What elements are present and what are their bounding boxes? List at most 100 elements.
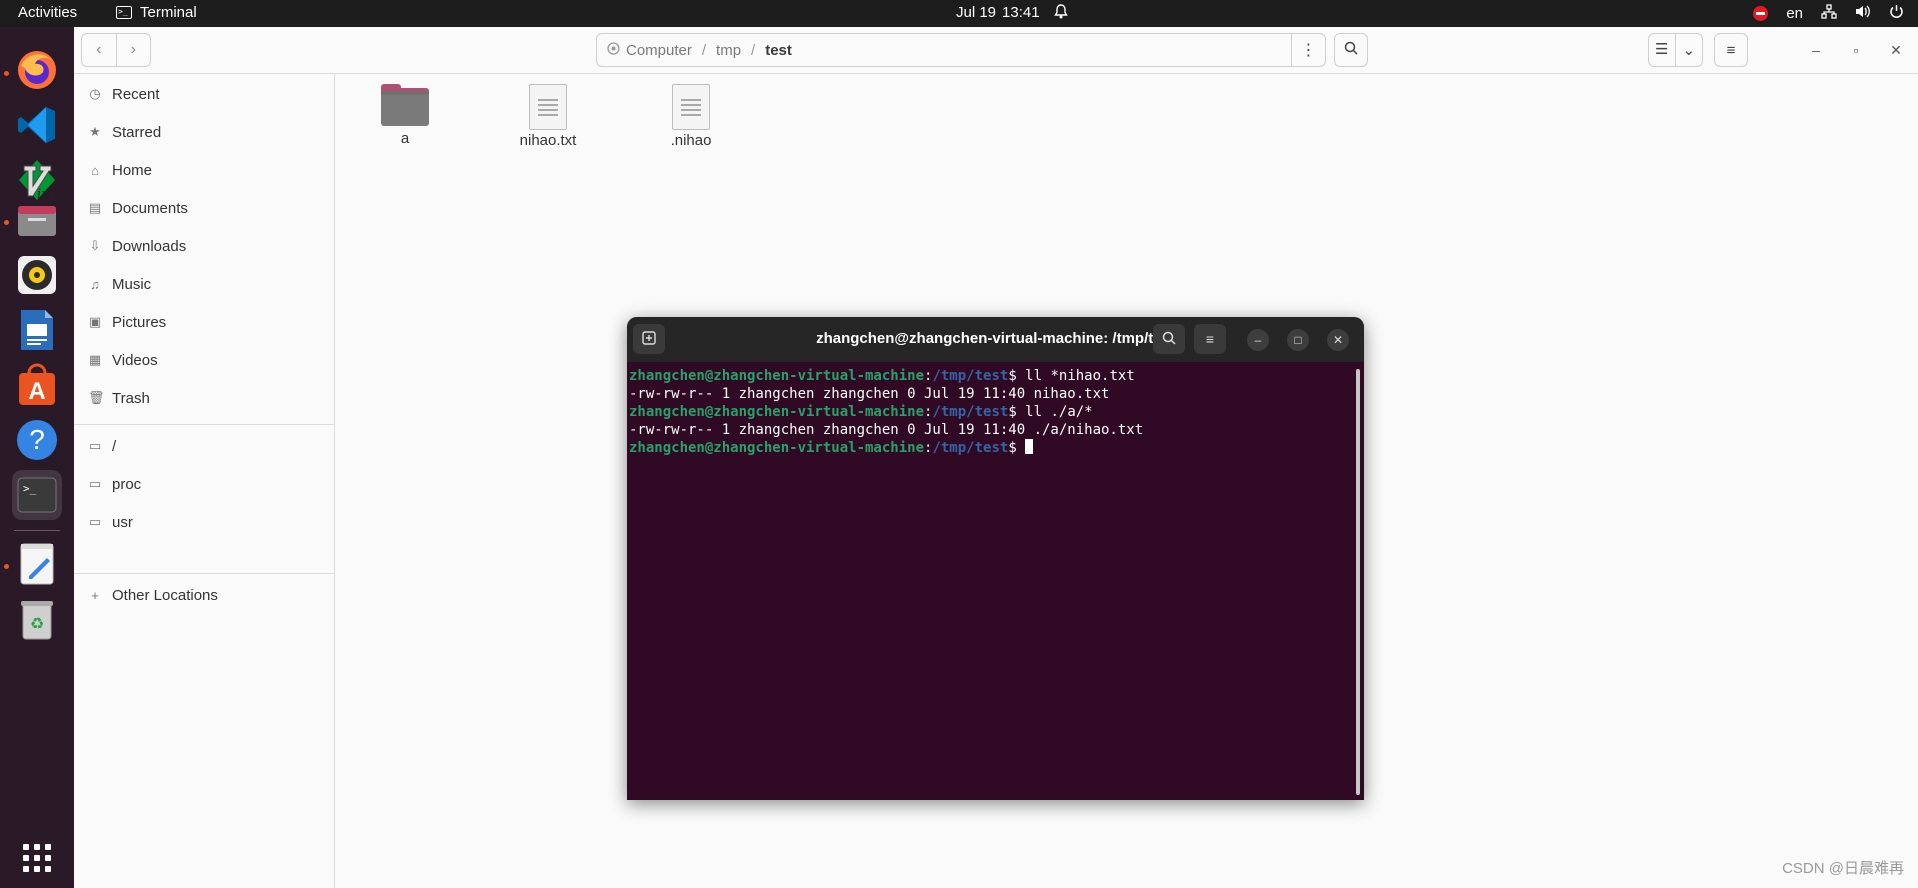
dock-terminal-icon[interactable]: >_ [12,470,62,520]
path-bar[interactable]: Computer / tmp / test ⋮ [596,33,1326,67]
terminal-menu-button[interactable]: ≡ [1194,324,1226,354]
file-item-label: nihao.txt [519,132,577,149]
terminal-line: zhangchen@zhangchen-virtual-machine:/tmp… [629,403,1354,421]
sidebar-item-videos[interactable]: ▦ Videos [88,348,158,372]
power-icon [1889,4,1904,23]
kebab-menu-icon: ⋮ [1300,42,1317,59]
folder-icon [381,84,429,126]
dock-firefox-icon[interactable] [12,45,62,95]
sidebar-item-proc[interactable]: ▭ proc [88,472,141,496]
dock-software-icon[interactable]: A [12,360,62,410]
chevron-right-icon: › [130,41,136,58]
prompt-path: /tmp/test [932,368,1009,384]
file-item-folder-a[interactable]: a [360,84,450,147]
terminal-headerbar: zhangchen@zhangchen-virtual-machine: /tm… [627,317,1364,362]
clock-icon: ◷ [89,86,101,101]
sidebar-item-usr[interactable]: ▭ usr [88,510,133,534]
minimize-icon: – [1812,42,1820,58]
chevron-left-icon: ‹ [96,41,102,58]
forward-button[interactable]: › [117,34,151,66]
terminal-close-button[interactable]: ✕ [1327,329,1349,351]
sidebar-item-label: Starred [112,123,162,141]
clock-date: Jul 19 [956,4,997,21]
sidebar-item-home[interactable]: ⌂ Home [88,158,152,182]
file-item-label: a [400,130,410,147]
terminal-minimize-button[interactable]: – [1247,329,1269,351]
terminal-cursor [1025,439,1034,454]
sidebar-item-music[interactable]: ♫ Music [88,272,151,296]
sidebar-item-downloads[interactable]: ⇩ Downloads [88,234,187,258]
folder-icon: ▭ [88,514,102,529]
maximize-icon: □ [1294,333,1302,347]
sidebar-item-trash[interactable]: 🗑 Trash [88,386,150,410]
path-computer[interactable]: Computer [626,42,692,59]
svg-text:♻: ♻ [30,614,44,633]
search-button[interactable] [1334,33,1368,67]
dock-separator [14,530,60,531]
dock-help-icon[interactable]: ? [12,415,62,465]
chevron-down-icon: ⌄ [1682,42,1696,59]
star-icon: ★ [89,124,101,139]
sidebar-item-recent[interactable]: ◷ Recent [88,82,160,106]
show-applications-icon[interactable] [12,833,62,883]
sidebar-item-root[interactable]: ▭ / [88,434,116,458]
dock-files-icon[interactable] [12,195,62,245]
path-test[interactable]: test [765,42,792,59]
do-not-disturb-icon [1753,6,1769,21]
dock-rhythmbox-icon[interactable] [12,250,62,300]
terminal-output[interactable]: zhangchen@zhangchen-virtual-machine:/tmp… [629,367,1354,457]
files-headerbar: ‹ › Computer / tmp / test ⋮ ☰ ⌄ ≡ – ▫ ✕ [74,27,1918,74]
search-icon [1162,331,1176,348]
plus-icon: + [91,587,99,603]
dock-text-editor-icon[interactable] [12,539,62,589]
download-icon: ⇩ [89,238,101,253]
terminal-window[interactable]: zhangchen@zhangchen-virtual-machine: /tm… [627,317,1364,800]
sidebar-item-label: Videos [112,351,158,369]
top-bar: Activities >_ Terminal Jul 19 13:41 en [0,0,1918,27]
close-button[interactable]: ✕ [1886,40,1906,60]
dock-trash-icon[interactable]: ♻ [12,594,62,644]
hamburger-icon: ≡ [1726,41,1736,59]
terminal-command: ll *nihao.txt [1025,368,1135,384]
activities-button[interactable]: Activities [18,4,77,21]
input-language[interactable]: en [1786,5,1803,22]
file-item-nihao-txt[interactable]: nihao.txt [503,84,593,149]
sidebar-item-label: proc [112,475,142,493]
sidebar-item-starred[interactable]: ★ Starred [88,120,161,144]
trash-icon: 🗑 [88,390,105,405]
terminal-icon: >_ [116,6,132,19]
terminal-scrollbar[interactable] [1356,369,1360,795]
terminal-line: -rw-rw-r-- 1 zhangchen zhangchen 0 Jul 1… [629,386,1110,402]
sidebar-item-label: Trash [112,389,150,407]
path-separator: / [701,41,707,59]
path-tmp[interactable]: tmp [716,42,741,59]
prompt-user-host: zhangchen@zhangchen-virtual-machine [629,440,925,456]
sidebar-item-label: Downloads [112,237,187,255]
dock-writer-icon[interactable] [12,305,62,355]
sidebar-item-label: Pictures [112,313,167,331]
minimize-button[interactable]: – [1806,40,1826,60]
main-menu-button[interactable]: ≡ [1714,33,1748,67]
folder-icon: ▭ [88,476,102,491]
file-item-dot-nihao[interactable]: .nihao [646,84,736,149]
terminal-maximize-button[interactable]: □ [1287,329,1309,351]
back-button[interactable]: ‹ [82,34,117,66]
volume-icon [1855,4,1871,23]
prompt-sign: $ [1008,404,1026,420]
running-indicator [4,220,9,225]
sidebar-item-pictures[interactable]: ▣ Pictures [88,310,166,334]
sidebar-item-label: Recent [112,85,160,103]
path-menu-button[interactable]: ⋮ [1291,34,1325,66]
list-view-icon: ☰ [1649,34,1676,66]
view-toggle-button[interactable]: ☰ ⌄ [1648,33,1703,67]
sidebar-item-other-locations[interactable]: + Other Locations [88,583,218,607]
terminal-command: ll ./a/* [1025,404,1093,420]
app-menu[interactable]: >_ Terminal [116,4,197,21]
clock[interactable]: Jul 19 13:41 [956,4,1068,23]
sidebar-divider [74,573,335,574]
sidebar-item-documents[interactable]: ▤ Documents [88,196,188,220]
system-tray[interactable]: en [1753,4,1904,23]
dock-vscode-icon[interactable] [12,100,62,150]
terminal-search-button[interactable] [1153,324,1185,354]
maximize-button[interactable]: ▫ [1846,40,1866,60]
